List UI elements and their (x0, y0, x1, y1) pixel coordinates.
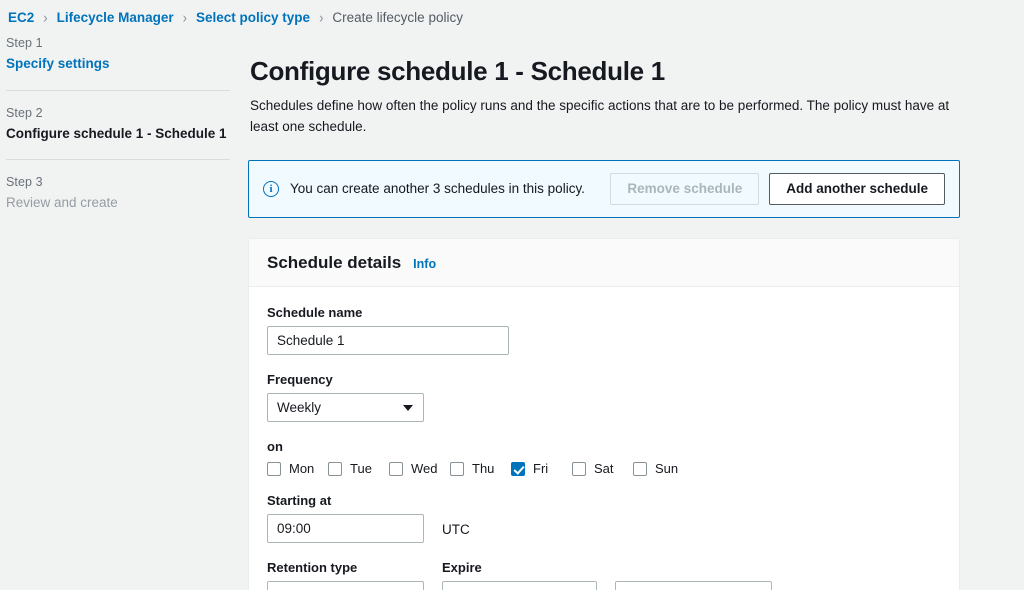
breadcrumb-separator-icon: › (183, 10, 187, 25)
step-3-number: Step 3 (6, 175, 230, 189)
day-label: Tue (350, 461, 372, 476)
starting-at-row: UTC (267, 514, 941, 543)
day-label: Fri (533, 461, 548, 476)
main-content: Configure schedule 1 - Schedule 1 Schedu… (248, 28, 1024, 590)
frequency-label: Frequency (267, 372, 941, 387)
step-1-number: Step 1 (6, 36, 230, 50)
sidebar-step-2: Step 2 Configure schedule 1 - Schedule 1 (6, 106, 248, 144)
page-title: Configure schedule 1 - Schedule 1 (250, 56, 960, 87)
expire-unit-select[interactable]: months (615, 581, 772, 590)
wizard-steps-sidebar: Step 1 Specify settings Step 2 Configure… (0, 28, 248, 213)
info-link[interactable]: Info (413, 257, 436, 271)
schedule-details-card: Schedule details Info Schedule name Freq… (248, 238, 960, 590)
schedule-name-label: Schedule name (267, 305, 941, 320)
day-label: Mon (289, 461, 314, 476)
info-alert: i You can create another 3 schedules in … (248, 160, 960, 218)
schedule-name-input[interactable] (267, 326, 509, 355)
day-label: Wed (411, 461, 438, 476)
day-checkbox-sat[interactable]: Sat (572, 461, 633, 476)
remove-schedule-button[interactable]: Remove schedule (610, 173, 759, 205)
breadcrumb: EC2 › Lifecycle Manager › Select policy … (0, 0, 1024, 28)
checkbox-box (389, 462, 403, 476)
retention-field: Retention type Expire Age months (267, 560, 941, 590)
retention-type-select[interactable]: Age (267, 581, 424, 590)
sidebar-item-review-and-create: Review and create (6, 193, 230, 213)
sidebar-step-1: Step 1 Specify settings (6, 36, 248, 74)
retention-labels-row: Retention type Expire (267, 560, 941, 581)
retention-controls-row: Age months after creation (267, 581, 941, 590)
days-of-week-field: on Mon Tue Wed (267, 439, 941, 476)
checkbox-box (450, 462, 464, 476)
info-circle-icon: i (263, 181, 279, 197)
frequency-field: Frequency Weekly (267, 372, 941, 422)
breadcrumb-separator-icon: › (43, 10, 47, 25)
breadcrumb-item-select-policy-type[interactable]: Select policy type (196, 10, 310, 25)
sidebar-item-configure-schedule[interactable]: Configure schedule 1 - Schedule 1 (6, 124, 230, 144)
frequency-value: Weekly (277, 400, 321, 415)
breadcrumb-item-ec2[interactable]: EC2 (8, 10, 34, 25)
starting-at-input[interactable] (267, 514, 424, 543)
info-alert-actions: Remove schedule Add another schedule (610, 173, 945, 205)
page-layout: Step 1 Specify settings Step 2 Configure… (0, 28, 1024, 590)
card-body: Schedule name Frequency Weekly on (249, 287, 959, 590)
checkbox-box (572, 462, 586, 476)
breadcrumb-separator-icon: › (319, 10, 323, 25)
card-title: Schedule details (267, 253, 401, 273)
timezone-label: UTC (442, 522, 470, 543)
page-description: Schedules define how often the policy ru… (250, 96, 950, 138)
frequency-select[interactable]: Weekly (267, 393, 424, 422)
day-checkbox-fri[interactable]: Fri (511, 461, 572, 476)
expire-label: Expire (442, 560, 482, 575)
sidebar-step-3: Step 3 Review and create (6, 175, 248, 213)
breadcrumb-item-lifecycle-manager[interactable]: Lifecycle Manager (57, 10, 174, 25)
day-checkbox-wed[interactable]: Wed (389, 461, 450, 476)
checkbox-box (328, 462, 342, 476)
add-another-schedule-button[interactable]: Add another schedule (769, 173, 945, 205)
step-2-number: Step 2 (6, 106, 230, 120)
day-checkbox-thu[interactable]: Thu (450, 461, 511, 476)
day-checkbox-sun[interactable]: Sun (633, 461, 694, 476)
on-label: on (267, 439, 941, 454)
day-label: Sat (594, 461, 614, 476)
info-alert-message: You can create another 3 schedules in th… (290, 181, 610, 196)
sidebar-divider (6, 159, 230, 160)
expire-value-input[interactable] (442, 581, 597, 590)
sidebar-item-specify-settings[interactable]: Specify settings (6, 54, 230, 74)
starting-at-label: Starting at (267, 493, 941, 508)
retention-type-label: Retention type (267, 560, 424, 575)
sidebar-divider (6, 90, 230, 91)
chevron-down-icon (403, 405, 413, 411)
day-checkbox-tue[interactable]: Tue (328, 461, 389, 476)
checkbox-box (633, 462, 647, 476)
schedule-name-field: Schedule name (267, 305, 941, 355)
day-label: Thu (472, 461, 494, 476)
days-of-week-row: Mon Tue Wed Thu (267, 461, 941, 476)
breadcrumb-item-current: Create lifecycle policy (332, 10, 463, 25)
starting-at-field: Starting at UTC (267, 493, 941, 543)
checkbox-box-checked (511, 462, 525, 476)
day-checkbox-mon[interactable]: Mon (267, 461, 328, 476)
card-header: Schedule details Info (249, 239, 959, 287)
checkbox-box (267, 462, 281, 476)
day-label: Sun (655, 461, 678, 476)
